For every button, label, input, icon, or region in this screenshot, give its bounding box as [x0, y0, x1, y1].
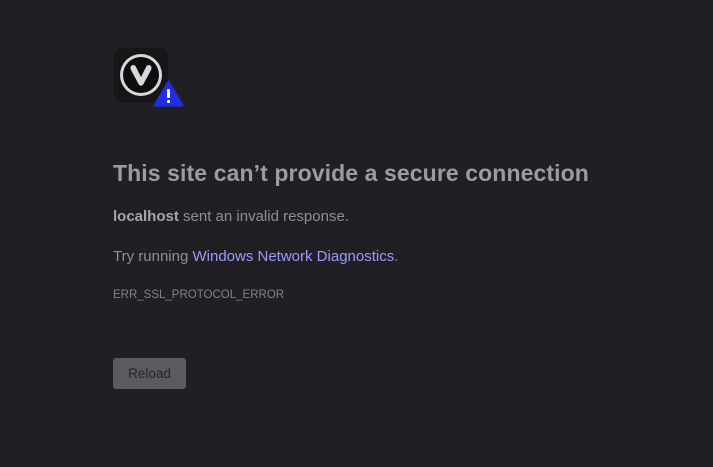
error-code: ERR_SSL_PROTOCOL_ERROR	[113, 289, 285, 301]
error-title: This site can’t provide a secure connect…	[113, 160, 589, 186]
warning-triangle-icon	[153, 80, 184, 107]
error-icon-group	[113, 47, 185, 107]
reload-button[interactable]: Reload	[113, 358, 186, 389]
error-page: This site can’t provide a secure connect…	[0, 0, 713, 467]
suggestion-suffix: .	[394, 248, 399, 265]
error-suggestion: Try running Windows Network Diagnostics.	[113, 248, 398, 265]
error-description: localhost sent an invalid response.	[113, 208, 349, 225]
suggestion-prefix: Try running	[113, 248, 193, 265]
error-host: localhost	[113, 208, 179, 225]
error-description-text: sent an invalid response.	[178, 208, 349, 225]
network-diagnostics-link[interactable]: Windows Network Diagnostics	[192, 248, 394, 265]
